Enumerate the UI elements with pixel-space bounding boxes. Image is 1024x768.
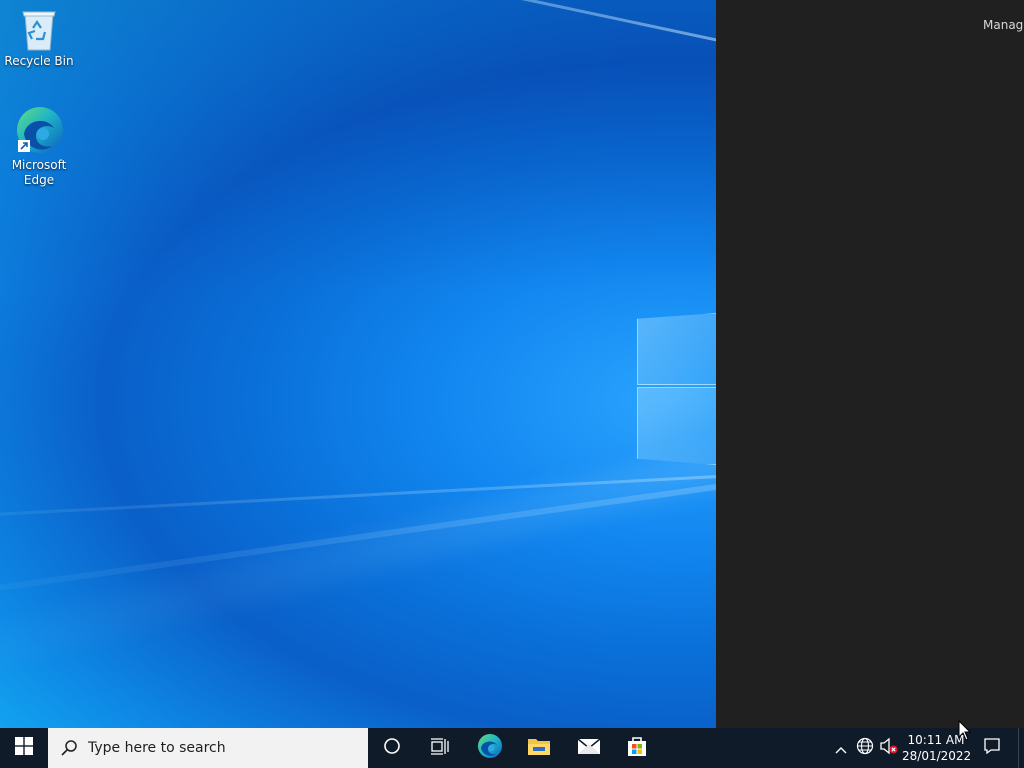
volume-muted-icon bbox=[879, 737, 899, 759]
chevron-up-icon bbox=[835, 739, 847, 758]
side-panel-header[interactable]: Manage bbox=[983, 18, 1024, 32]
desktop-icon-label: Recycle Bin bbox=[4, 54, 74, 68]
cortana-icon bbox=[383, 737, 401, 759]
desktop-icon-label: Microsoft Edge bbox=[11, 158, 67, 187]
search-icon bbox=[60, 739, 78, 757]
mail-icon bbox=[577, 736, 601, 760]
cortana-button[interactable] bbox=[368, 728, 416, 768]
desktop-icon-microsoft-edge[interactable]: Microsoft Edge bbox=[1, 104, 77, 188]
desktop-wallpaper[interactable]: Recycle Bin Microsoft Edge bbox=[0, 0, 716, 728]
store-icon bbox=[626, 735, 648, 761]
search-placeholder: Type here to search bbox=[88, 740, 226, 756]
edge-icon bbox=[14, 104, 64, 156]
taskbar-search-box[interactable]: Type here to search bbox=[48, 728, 368, 768]
side-panel: Manage bbox=[716, 0, 1024, 728]
wallpaper-light-beam bbox=[0, 350, 716, 704]
wallpaper-windows-logo bbox=[637, 305, 716, 465]
network-button[interactable] bbox=[854, 728, 876, 768]
desktop-icon-recycle-bin[interactable]: Recycle Bin bbox=[1, 8, 77, 69]
edge-icon bbox=[477, 733, 503, 763]
mouse-cursor-icon bbox=[958, 719, 972, 746]
wallpaper-light-beam bbox=[0, 430, 716, 617]
clock-date: 28/01/2022 bbox=[902, 749, 972, 763]
notification-icon bbox=[983, 737, 1001, 759]
recycle-bin-icon bbox=[19, 8, 59, 52]
taskbar-file-explorer-button[interactable] bbox=[515, 728, 563, 768]
taskbar-store-button[interactable] bbox=[613, 728, 661, 768]
show-desktop-button[interactable] bbox=[1018, 728, 1024, 768]
taskbar-mail-button[interactable] bbox=[565, 728, 613, 768]
windows-start-icon bbox=[15, 737, 33, 759]
show-hidden-icons-button[interactable] bbox=[832, 728, 850, 768]
wallpaper-light-beam bbox=[0, 0, 716, 123]
file-explorer-icon bbox=[527, 736, 551, 760]
volume-button[interactable] bbox=[878, 728, 900, 768]
task-view-icon bbox=[430, 737, 450, 759]
taskbar-edge-button[interactable] bbox=[466, 728, 514, 768]
task-view-button[interactable] bbox=[416, 728, 464, 768]
action-center-button[interactable] bbox=[972, 728, 1012, 768]
start-button[interactable] bbox=[0, 728, 48, 768]
globe-icon bbox=[856, 737, 874, 759]
taskbar: Type here to search 10:11 AM 28/01/2022 bbox=[0, 728, 1024, 768]
